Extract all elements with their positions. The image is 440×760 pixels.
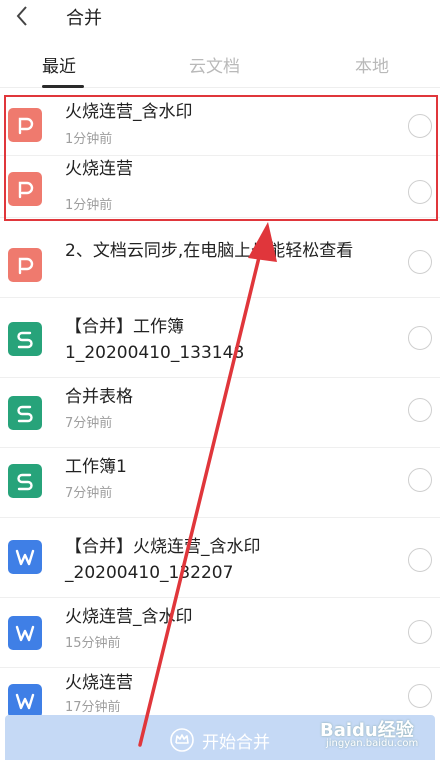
select-radio[interactable] [408,398,432,422]
active-tab-indicator [42,85,84,88]
list-item[interactable]: 【合并】火烧连营_含水印_20200410_132207 [0,518,440,598]
select-radio[interactable] [408,620,432,644]
select-radio[interactable] [408,250,432,274]
tab-local[interactable]: 本地 [355,52,389,77]
file-time: 17分钟前 [65,700,121,715]
select-radio[interactable] [408,468,432,492]
file-time: 7分钟前 [65,486,113,501]
file-name: 合并表格 [65,387,133,407]
file-name: 工作簿1 [65,457,127,477]
file-name: 【合并】火烧连营_含水印_20200410_132207 [65,537,261,583]
file-name: 火烧连营 [65,673,133,693]
file-time: 15分钟前 [65,636,121,651]
spreadsheet-icon [8,396,42,430]
presentation-icon [8,248,42,282]
file-time: 1分钟前 [65,132,113,147]
start-merge-label: 开始合并 [202,732,270,753]
word-doc-icon [8,616,42,650]
list-item[interactable]: 火烧连营 1分钟前 [0,156,440,218]
list-item[interactable]: 工作簿1 7分钟前 [0,448,440,518]
spreadsheet-icon [8,464,42,498]
spreadsheet-icon [8,322,42,356]
presentation-icon [8,172,42,206]
back-button[interactable] [8,2,36,30]
file-name: 2、文档云同步,在电脑上也能轻松查看 [65,241,354,261]
watermark: Baidu经验 jingyan.baidu.com [320,712,435,756]
list-item[interactable]: 火烧连营 17分钟前 [0,668,440,718]
tab-recent[interactable]: 最近 [42,52,76,77]
file-time: 1分钟前 [65,198,113,213]
list-item[interactable]: 火烧连营_含水印 15分钟前 [0,598,440,668]
select-radio[interactable] [408,548,432,572]
file-name: 火烧连营_含水印 [65,102,193,122]
file-name: 火烧连营_含水印 [65,607,193,627]
page-title: 合并 [66,8,102,29]
select-radio[interactable] [408,180,432,204]
file-name: 【合并】工作簿1_20200410_133148 [65,317,245,363]
presentation-icon [8,108,42,142]
tab-bar: 最近 云文档 本地 [0,42,440,88]
word-doc-icon [8,540,42,574]
select-radio[interactable] [408,114,432,138]
list-item[interactable]: 2、文档云同步,在电脑上也能轻松查看 [0,224,440,298]
file-name: 火烧连营 [65,159,133,179]
tab-cloud-docs[interactable]: 云文档 [189,52,240,77]
file-time: 7分钟前 [65,416,113,431]
chevron-left-icon [16,6,27,26]
select-radio[interactable] [408,684,432,708]
list-item[interactable]: 【合并】工作簿1_20200410_133148 [0,298,440,378]
list-item[interactable]: 火烧连营_含水印 1分钟前 [0,94,440,156]
crown-icon [170,728,194,752]
list-item[interactable]: 合并表格 7分钟前 [0,378,440,448]
select-radio[interactable] [408,326,432,350]
word-doc-icon [8,684,42,718]
watermark-url: jingyan.baidu.com [326,738,419,749]
header: 合并 [0,0,440,40]
